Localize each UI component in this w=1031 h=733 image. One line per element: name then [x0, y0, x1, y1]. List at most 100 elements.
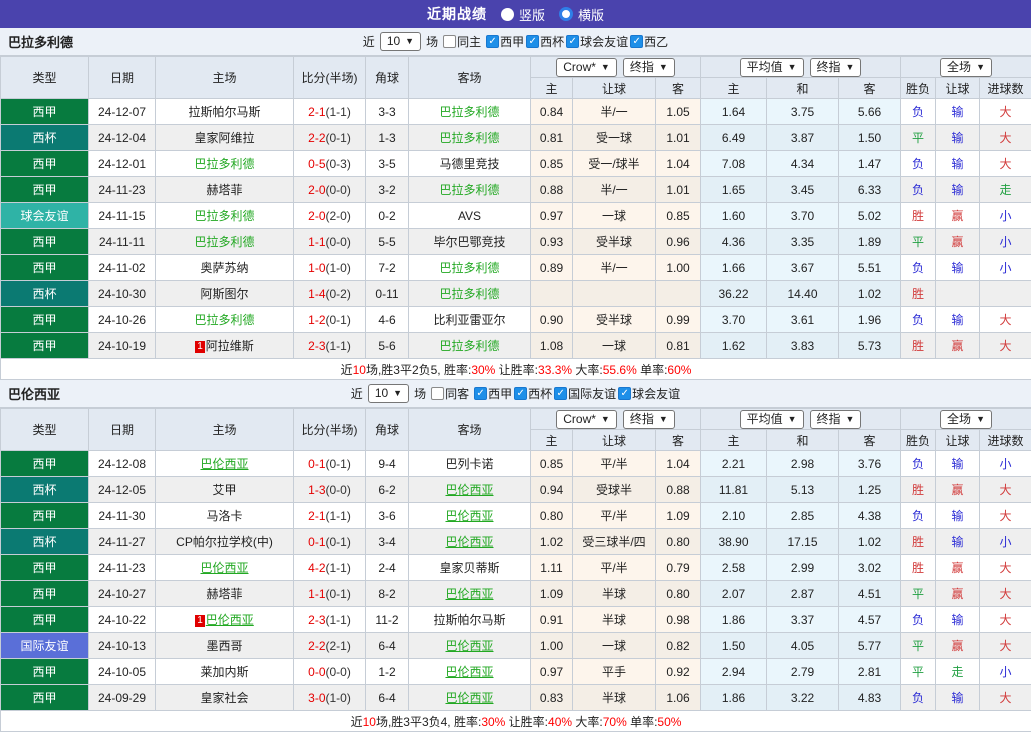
score-cell: 1-3(0-0)	[293, 476, 366, 503]
layout-option-horizontal[interactable]: 横版	[559, 5, 604, 24]
average-select[interactable]: 平均值 ▼	[739, 409, 804, 429]
team-name[interactable]: 巴伦西亚	[445, 509, 493, 523]
summary-part: 10	[352, 362, 366, 377]
avg-away-cell: 5.51	[837, 254, 902, 281]
handicap-result-cell: 输	[935, 306, 981, 333]
recent-count-select[interactable]: 10 ▼	[379, 32, 422, 51]
team-name[interactable]: 巴伦西亚	[445, 535, 493, 549]
average-stage-select[interactable]: 终指 ▼	[809, 57, 862, 77]
team-name: 巴拉多利德	[439, 339, 500, 353]
average-group-header: 平均值 ▼ 终指 ▼	[699, 408, 902, 430]
fulltime-score: 2-3	[308, 612, 326, 627]
handicap-cell: 半球	[572, 684, 656, 711]
corners-cell: 2-4	[365, 554, 409, 581]
score-cell: 0-1(0-1)	[293, 528, 366, 555]
chevron-down-icon: ▼	[787, 61, 797, 72]
date-cell: 24-10-30	[88, 280, 156, 307]
scope-select[interactable]: 全场 ▼	[940, 57, 992, 77]
handicap-cell: 半球	[572, 580, 656, 607]
scope-select[interactable]: 全场 ▼	[940, 409, 992, 429]
team-name[interactable]: 巴伦西亚	[445, 587, 493, 601]
match-type-cell: 西甲	[0, 150, 89, 177]
checkbox-checked-icon[interactable]: ✓	[486, 35, 500, 48]
avg-home-cell: 3.70	[700, 306, 767, 333]
odds-stage-select[interactable]: 终指 ▼	[622, 409, 675, 429]
recent-count-select[interactable]: 10 ▼	[367, 384, 410, 403]
checkbox-unchecked-icon[interactable]	[443, 35, 457, 48]
score-cell: 0-1(0-1)	[293, 450, 366, 477]
league-filter[interactable]: ✓ 西甲	[486, 33, 524, 50]
home-team-cell: 莱加内斯	[155, 658, 294, 685]
score-cell: 2-2(2-1)	[293, 632, 366, 659]
checkbox-checked-icon[interactable]: ✓	[474, 387, 488, 400]
league-filter-label: 球会友谊	[580, 35, 629, 49]
league-filter[interactable]: ✓ 西杯	[526, 33, 564, 50]
odds-home-cell: 1.09	[530, 580, 573, 607]
checkbox-checked-icon[interactable]: ✓	[618, 387, 632, 400]
league-filter[interactable]: ✓ 国际友谊	[554, 385, 616, 402]
team-name: 比利亚雷亚尔	[433, 313, 506, 327]
goals-cell: 走	[979, 176, 1031, 203]
handicap-cell: 平手	[572, 658, 656, 685]
checkbox-checked-icon[interactable]: ✓	[630, 35, 644, 48]
fulltime-score: 2-0	[308, 182, 326, 197]
league-filter[interactable]: ✓ 西甲	[474, 385, 512, 402]
checkbox-checked-icon[interactable]: ✓	[514, 387, 528, 400]
results-table: 类型 日期 主场 比分(半场) 角球 客场 Crow* ▼ 终指 ▼ 平均值 ▼ 终指…	[0, 408, 1031, 732]
same-venue-filter[interactable]: 同客	[431, 385, 469, 402]
odds-home-cell: 0.83	[530, 684, 573, 711]
score-cell: 2-1(1-1)	[293, 98, 366, 125]
odds-home-cell: 0.94	[530, 476, 573, 503]
team-name[interactable]: 巴伦西亚	[445, 639, 493, 653]
league-filter[interactable]: ✓ 球会友谊	[618, 385, 680, 402]
radio-selected-icon[interactable]	[559, 7, 573, 21]
team-name[interactable]: 巴伦西亚	[200, 561, 248, 575]
home-team-cell: 奥萨苏纳	[155, 254, 294, 281]
fulltime-score: 2-1	[308, 508, 326, 523]
home-team-cell: 1 巴伦西亚	[155, 606, 294, 633]
average-stage-select[interactable]: 终指 ▼	[809, 409, 862, 429]
handicap-result-cell: 输	[935, 98, 981, 125]
result-cell: 负	[900, 98, 937, 125]
checkbox-unchecked-icon[interactable]	[431, 387, 445, 400]
team-name[interactable]: 巴伦西亚	[200, 457, 248, 471]
team-name[interactable]: 巴伦西亚	[445, 691, 493, 705]
league-filter[interactable]: ✓ 西杯	[514, 385, 552, 402]
checkbox-checked-icon[interactable]: ✓	[526, 35, 540, 48]
chevron-down-icon: ▼	[845, 61, 855, 72]
odds-away-cell: 0.80	[655, 580, 701, 607]
halftime-score: (0-1)	[325, 130, 351, 145]
team-name[interactable]: 巴伦西亚	[206, 613, 254, 627]
odds-stage-select[interactable]: 终指 ▼	[622, 57, 675, 77]
league-filter[interactable]: ✓ 球会友谊	[566, 33, 628, 50]
layout-option-vertical[interactable]: 竖版	[500, 5, 545, 24]
team-name[interactable]: 巴伦西亚	[445, 665, 493, 679]
avg-away-cell: 1.02	[837, 280, 902, 307]
checkbox-checked-icon[interactable]: ✓	[554, 387, 568, 400]
bookmaker-select[interactable]: Crow* ▼	[556, 57, 617, 77]
col-home: 主场	[155, 408, 294, 451]
bookmaker-select[interactable]: Crow* ▼	[556, 409, 617, 429]
corners-cell: 1-2	[365, 658, 409, 685]
col-corners: 角球	[365, 408, 409, 451]
scope-select-value: 全场	[947, 59, 972, 74]
rank-badge: 1	[195, 615, 205, 627]
team-name: 巴拉多利德	[439, 261, 500, 275]
league-filter[interactable]: ✓ 西乙	[630, 33, 668, 50]
same-venue-filter[interactable]: 同主	[443, 33, 481, 50]
handicap-cell: 一球	[572, 332, 656, 359]
radio-unselected-icon[interactable]	[500, 7, 514, 21]
average-select[interactable]: 平均值 ▼	[739, 57, 804, 77]
checkbox-checked-icon[interactable]: ✓	[566, 35, 580, 48]
team-name: 巴拉多利德	[439, 131, 500, 145]
date-cell: 24-11-27	[88, 528, 156, 555]
col-goals: 进球数	[979, 429, 1031, 451]
chevron-down-icon: ▼	[600, 413, 610, 424]
team-name[interactable]: 巴伦西亚	[445, 483, 493, 497]
result-cell: 负	[900, 606, 937, 633]
fulltime-score: 1-1	[308, 586, 326, 601]
home-team-cell: 马洛卡	[155, 502, 294, 529]
goals-cell: 小	[979, 202, 1031, 229]
handicap-result-cell: 输	[935, 176, 981, 203]
match-row: 西甲 24-11-02 奥萨苏纳 1-0(1-0) 7-2 巴拉多利德 0.89 半/一 1.0…	[0, 254, 1031, 281]
